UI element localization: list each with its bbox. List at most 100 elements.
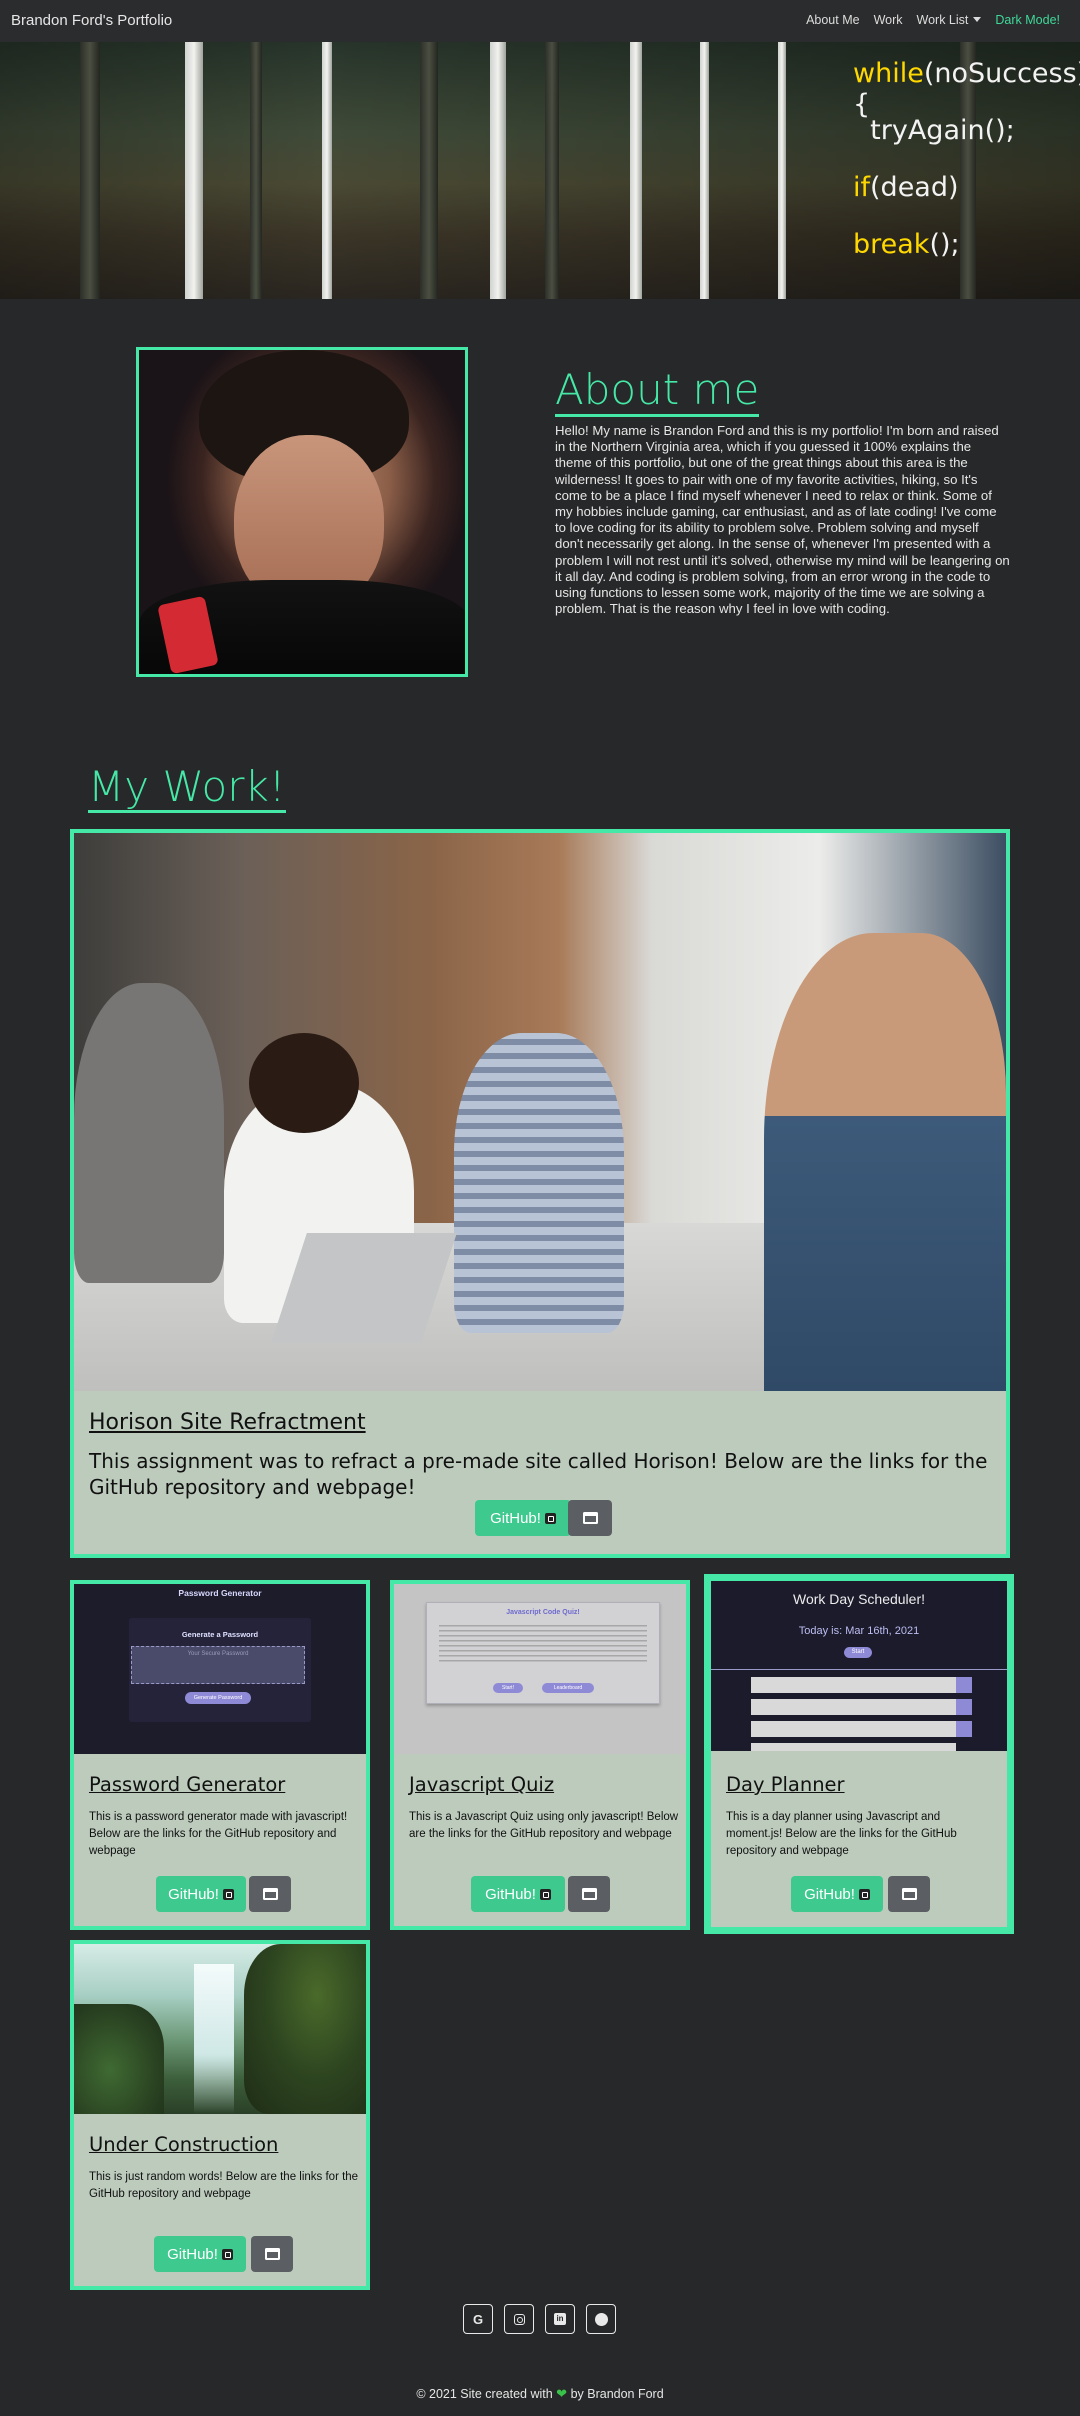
linkedin-link[interactable]: in (545, 2304, 575, 2334)
tree-trunk (250, 42, 262, 299)
hero-code-line: if(dead) (853, 172, 959, 203)
profile-photo (136, 347, 468, 677)
project-card-javascript-quiz: Javascript Code Quiz! Start! Leaderboard… (390, 1580, 690, 1930)
github-icon (222, 1888, 234, 1900)
featured-github-button[interactable]: GitHub! (475, 1500, 571, 1536)
card-text: This is a Javascript Quiz using only jav… (409, 1811, 679, 1840)
dark-mode-toggle[interactable]: Dark Mode! (995, 13, 1060, 27)
caret-down-icon (973, 17, 982, 22)
github-icon (544, 1512, 556, 1524)
github-icon (858, 1888, 870, 1900)
github-button-label: GitHub! (167, 2245, 218, 2263)
footer: © 2021 Site created with ❤ by Brandon Fo… (0, 2386, 1080, 2402)
github-button[interactable]: GitHub! (791, 1876, 883, 1912)
about-title: About me (555, 368, 760, 417)
tree-trunk (80, 42, 100, 299)
card-title: Day Planner (726, 1773, 845, 1796)
hero-code-line: while(noSuccess){ (853, 58, 1080, 120)
tree-foliage (74, 2004, 164, 2114)
tree-foliage (244, 1944, 366, 2114)
github-link[interactable] (586, 2304, 616, 2334)
window-icon (581, 1888, 597, 1900)
nav-about-me[interactable]: About Me (806, 13, 860, 27)
footer-author: by Brandon Ford (570, 2387, 664, 2401)
card-text: This is a day planner using Javascript a… (726, 1811, 957, 1857)
featured-card-title: Horison Site Refractment (89, 1410, 366, 1435)
window-icon (264, 2248, 280, 2260)
hero-code-line: tryAgain(); (853, 115, 1015, 146)
webpage-button[interactable] (568, 1876, 610, 1912)
day-planner-screenshot: Work Day Scheduler! Today is: Mar 16th, … (711, 1581, 1007, 1751)
project-card-day-planner: Work Day Scheduler! Today is: Mar 16th, … (704, 1574, 1014, 1934)
webpage-button[interactable] (888, 1876, 930, 1912)
instagram-icon (513, 2313, 525, 2325)
nav-links: About Me Work Work List Dark Mode! (806, 13, 1060, 27)
screenshot-panel: Javascript Code Quiz! Start! Leaderboard (426, 1602, 660, 1704)
forest-waterfall-image (74, 1944, 366, 2114)
screenshot-text-lines (439, 1625, 647, 1665)
github-button-label: GitHub! (490, 1509, 541, 1527)
screenshot-panel: Generate a Password Your Secure Password… (129, 1618, 311, 1722)
project-card-password-generator: Password Generator Generate a Password Y… (70, 1580, 370, 1930)
screenshot-divider (711, 1669, 1007, 1670)
tree-trunk (185, 42, 203, 299)
screenshot-button: Start! (493, 1683, 523, 1693)
webpage-button[interactable] (251, 2236, 293, 2272)
screenshot-row (751, 1699, 956, 1715)
github-icon (221, 2248, 233, 2260)
window-icon (901, 1888, 917, 1900)
github-button[interactable]: GitHub! (154, 2236, 246, 2272)
brand-link[interactable]: Brandon Ford's Portfolio (11, 12, 172, 29)
about-text: Hello! My name is Brandon Ford and this … (555, 423, 1010, 617)
screenshot-subtitle: Generate a Password (181, 1630, 259, 1639)
featured-project-card: Horison Site Refractment This assignment… (70, 829, 1010, 1558)
screenshot-title: Javascript Code Quiz! (506, 1609, 580, 1616)
featured-card-text: This assignment was to refract a pre-mad… (89, 1449, 988, 1499)
github-button-label: GitHub! (804, 1885, 855, 1903)
github-icon (539, 1888, 551, 1900)
card-text: This is a password generator made with j… (89, 1811, 348, 1857)
screenshot-output: Your Secure Password (131, 1646, 305, 1684)
screenshot-row-button (956, 1699, 972, 1715)
screenshot-button: Start (844, 1647, 872, 1658)
github-button[interactable]: GitHub! (471, 1876, 565, 1912)
photo-person (74, 983, 224, 1283)
card-title: Password Generator (89, 1773, 286, 1796)
google-link[interactable]: G (463, 2304, 493, 2334)
tree-trunk (420, 42, 438, 299)
nav-work[interactable]: Work (874, 13, 903, 27)
tree-trunk (322, 42, 332, 299)
password-generator-screenshot: Password Generator Generate a Password Y… (74, 1584, 366, 1754)
webpage-button[interactable] (249, 1876, 291, 1912)
waterfall (194, 1964, 234, 2114)
screenshot-row-button (956, 1721, 972, 1737)
github-icon (594, 2312, 608, 2326)
window-icon (262, 1888, 278, 1900)
github-button-label: GitHub! (485, 1885, 536, 1903)
tree-trunk (630, 42, 642, 299)
tree-trunk (778, 42, 786, 299)
tree-trunk (490, 42, 506, 299)
screenshot-row (751, 1721, 956, 1737)
project-card-under-construction: Under Construction This is just random w… (70, 1940, 370, 2290)
nav-work-list-dropdown[interactable]: Work List (917, 13, 982, 27)
featured-webpage-button[interactable] (568, 1500, 612, 1536)
screenshot-row (751, 1743, 956, 1751)
heart-icon: ❤ (556, 2386, 568, 2401)
github-button[interactable]: GitHub! (156, 1876, 246, 1912)
linkedin-icon: in (554, 2313, 566, 2325)
github-button-label: GitHub! (168, 1885, 219, 1903)
screenshot-button: Leaderboard (542, 1683, 594, 1693)
screenshot-title: Password Generator (178, 1588, 262, 1598)
card-text: This is just random words! Below are the… (89, 2171, 359, 2200)
instagram-link[interactable] (504, 2304, 534, 2334)
navbar: Brandon Ford's Portfolio About Me Work W… (0, 0, 1080, 42)
card-title: Javascript Quiz (409, 1773, 555, 1796)
work-title: My Work! (88, 762, 286, 813)
photo-person (454, 1033, 624, 1333)
tree-trunk (700, 42, 709, 299)
window-icon (582, 1512, 598, 1524)
screenshot-row (751, 1677, 956, 1693)
screenshot-button: Generate Password (185, 1692, 251, 1704)
card-title: Under Construction (89, 2133, 279, 2156)
